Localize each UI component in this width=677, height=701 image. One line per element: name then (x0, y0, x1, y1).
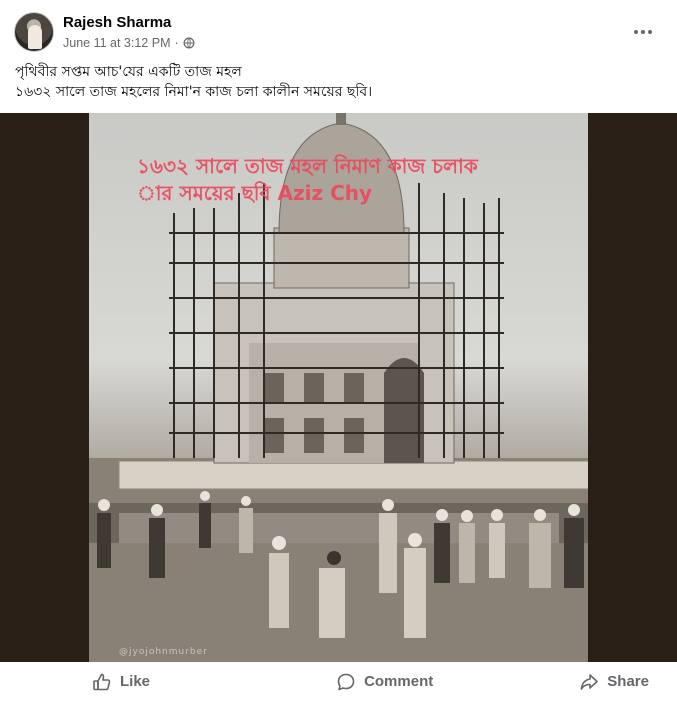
meta-separator: · (174, 36, 179, 50)
post-meta: June 11 at 3:12 PM · (63, 36, 195, 50)
image-watermark: @jyojohnmurber (119, 647, 208, 657)
caption-line: পৃথিবীর সপ্তম আচ'যের একটি তাজ মহল (15, 64, 242, 80)
caption-line: ১৬৩২ সালে তাজ মহলের নিমা'ন কাজ চলা কালীন… (15, 84, 373, 100)
post-action-bar: Like Comment Share (0, 662, 677, 701)
globe-icon[interactable] (183, 37, 195, 49)
comment-button[interactable]: Comment (336, 672, 433, 692)
post-header: Rajesh Sharma June 11 at 3:12 PM · (14, 12, 664, 56)
post-photo[interactable]: ১৬৩২ সালে তাজ মহল নিমাণ কাজ চলাক ার সময়… (89, 113, 588, 662)
more-options-icon[interactable] (628, 20, 658, 44)
like-button[interactable]: Like (92, 672, 150, 692)
overlay-line: ১৬৩২ সালে তাজ মহল নিমাণ কাজ চলাক (137, 154, 478, 178)
comment-label: Comment (364, 673, 434, 690)
post-timestamp[interactable]: June 11 at 3:12 PM (63, 36, 170, 50)
share-label: Share (607, 673, 649, 690)
share-arrow-icon (580, 673, 599, 690)
share-button[interactable]: Share (579, 672, 649, 692)
post-media[interactable]: ১৬৩২ সালে তাজ মহল নিমাণ কাজ চলাক ার সময়… (0, 113, 677, 662)
post-caption: পৃথিবীর সপ্তম আচ'যের একটি তাজ মহল ১৬৩২ স… (15, 62, 655, 102)
feed-post: Rajesh Sharma June 11 at 3:12 PM · পৃথিব… (0, 0, 677, 701)
thumbs-up-icon (93, 673, 111, 690)
image-overlay-text: ১৬৩২ সালে তাজ মহল নিমাণ কাজ চলাক ার সময়… (137, 153, 577, 207)
speech-bubble-icon (337, 673, 355, 690)
author-name[interactable]: Rajesh Sharma (63, 14, 171, 31)
like-label: Like (120, 673, 151, 690)
overlay-line: ার সময়ের ছবি Aziz Chy (137, 181, 373, 205)
avatar[interactable] (14, 12, 54, 52)
